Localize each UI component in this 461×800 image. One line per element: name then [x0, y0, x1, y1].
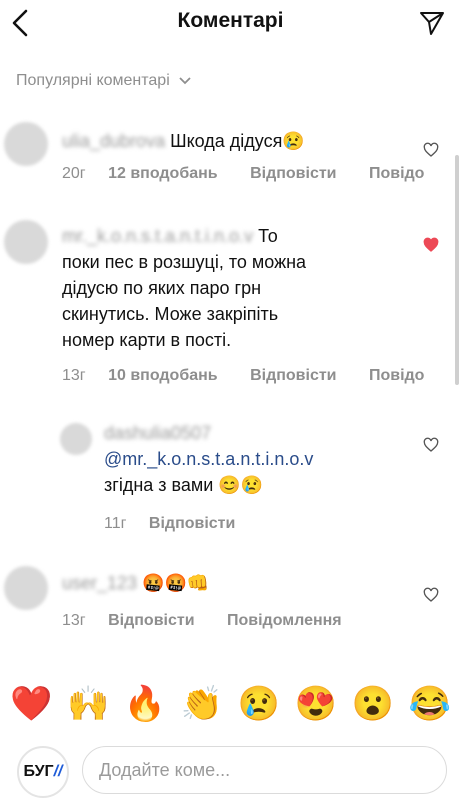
avatar[interactable]	[60, 423, 92, 455]
scrollbar[interactable]	[455, 155, 459, 385]
comment-body: ulia_dubrova Шкода дідуся😢	[62, 128, 305, 154]
comment-text: Шкода дідуся😢	[170, 131, 305, 151]
emoji-fire-button[interactable]: 🔥	[124, 684, 166, 724]
comment-body: dashulia0507 @mr._k.o.n.s.t.a.n.t.i.n.o.…	[104, 420, 404, 498]
header-bar: Коментарі	[0, 0, 461, 50]
mention-link[interactable]: @mr._k.o.n.s.t.a.n.t.i.n.o.v	[104, 446, 404, 472]
reply-button[interactable]: Відповісти	[149, 515, 235, 532]
avatar[interactable]	[4, 220, 48, 264]
popular-comments-filter[interactable]: Популярні коментарі	[16, 72, 192, 90]
comment-time: 13г	[62, 612, 86, 629]
emoji-surprised-button[interactable]: 😮	[352, 684, 394, 724]
heart-outline-icon[interactable]	[423, 587, 439, 603]
comment-body: user_123 🤬🤬👊	[62, 570, 209, 596]
username[interactable]: dashulia0507	[104, 420, 211, 446]
comment-meta: 13г 10 вподобань Відповісти Повідо	[62, 367, 452, 385]
reply-button[interactable]: Відповісти	[108, 612, 194, 629]
chevron-down-icon	[179, 77, 191, 85]
comment-text-line: То	[258, 226, 278, 246]
comment-time: 11г	[104, 515, 127, 532]
reply-button[interactable]: Відповісти	[250, 367, 336, 384]
comment-text-line: номер карти в пості.	[62, 330, 232, 350]
emoji-reaction-bar: ❤️ 🙌 🔥 👏 😢 😍 😮 😂	[10, 684, 451, 724]
comment-text-line: скинутись. Може закріпіть	[62, 304, 279, 324]
comment-body: mr._k.o.n.s.t.a.n.t.i.n.o.v То поки пес …	[62, 223, 417, 353]
emoji-laughing-button[interactable]: 😂	[409, 684, 451, 724]
comment-text: 🤬🤬👊	[142, 573, 210, 593]
avatar[interactable]	[4, 122, 48, 166]
comment-time: 20г	[62, 165, 86, 182]
page-title: Коментарі	[177, 9, 284, 32]
comment-text-line: поки пес в розшуці, то можна	[62, 252, 307, 272]
account-avatar-logo[interactable]: БУГ//	[17, 746, 69, 798]
username[interactable]: ulia_dubrova	[62, 128, 165, 154]
filter-label: Популярні коментарі	[16, 72, 170, 89]
likes-count[interactable]: 12 вподобань	[108, 165, 218, 182]
emoji-clap-button[interactable]: 👏	[181, 684, 223, 724]
likes-count[interactable]: 10 вподобань	[108, 367, 218, 384]
logo-text: БУГ	[23, 763, 54, 780]
emoji-heart-eyes-button[interactable]: 😍	[295, 684, 337, 724]
share-paper-plane-icon[interactable]	[419, 10, 445, 36]
comment-time: 13г	[62, 367, 86, 384]
comment-input[interactable]	[82, 746, 447, 794]
heart-outline-icon[interactable]	[423, 142, 439, 158]
emoji-raised-hands-button[interactable]: 🙌	[67, 684, 109, 724]
emoji-heart-button[interactable]: ❤️	[10, 684, 52, 724]
avatar[interactable]	[4, 566, 48, 610]
reply-button[interactable]: Відповісти	[250, 165, 336, 182]
comment-text-line: дідусю по яких паро грн	[62, 278, 262, 298]
message-button[interactable]: Повідомлення	[227, 612, 342, 629]
comment-meta: 11г Відповісти	[104, 515, 263, 533]
comment-meta: 20г 12 вподобань Відповісти Повідо	[62, 165, 452, 183]
username[interactable]: mr._k.o.n.s.t.a.n.t.i.n.o.v	[62, 223, 253, 249]
comment-text: згідна з вами 😊😢	[104, 475, 264, 495]
emoji-crying-button[interactable]: 😢	[238, 684, 280, 724]
message-button[interactable]: Повідо	[369, 165, 424, 182]
username[interactable]: user_123	[62, 570, 137, 596]
comment-meta: 13г Відповісти Повідомлення	[62, 612, 370, 630]
message-button[interactable]: Повідо	[369, 367, 424, 384]
heart-outline-icon[interactable]	[423, 437, 439, 453]
logo-slashes: //	[53, 763, 63, 780]
heart-filled-icon[interactable]	[423, 237, 439, 253]
